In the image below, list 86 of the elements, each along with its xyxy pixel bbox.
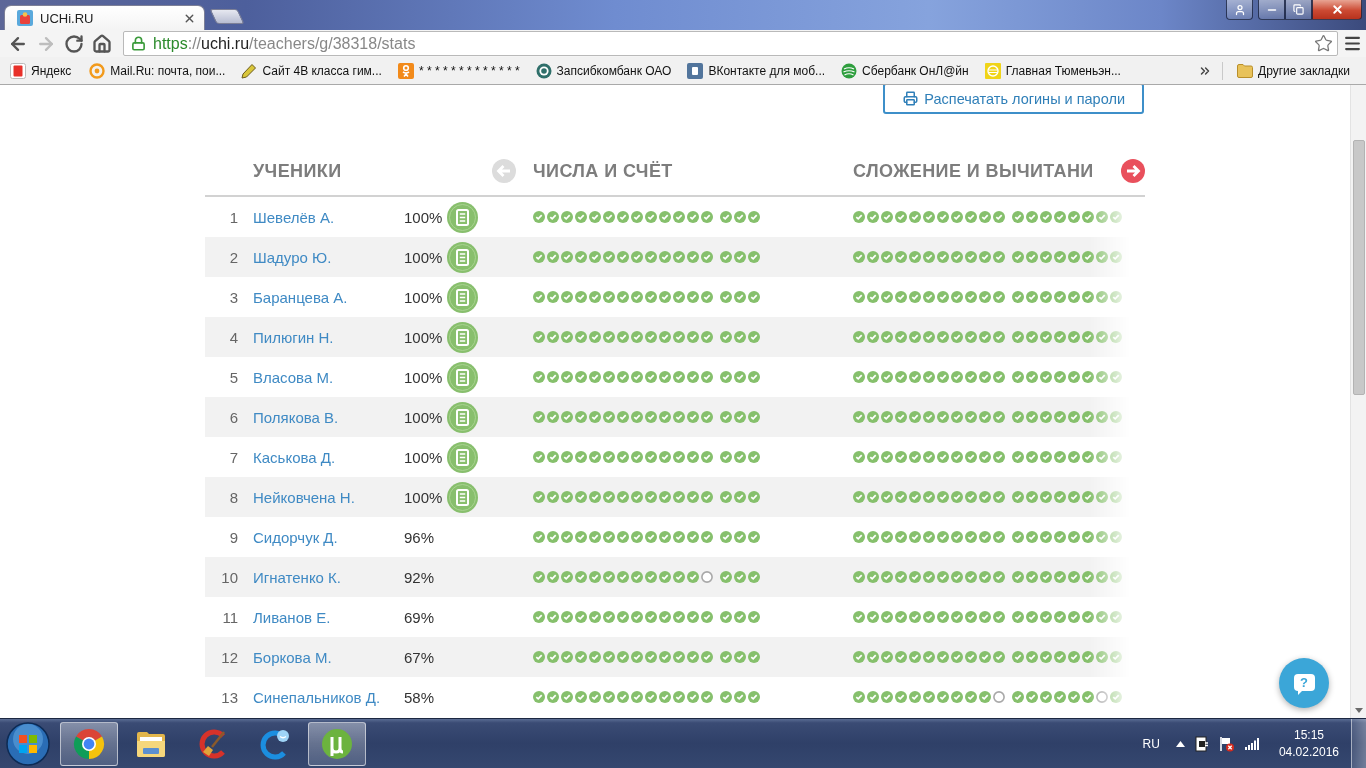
bookmark-item[interactable]: Яндекс	[4, 58, 78, 83]
plug-icon[interactable]	[1194, 735, 1209, 752]
language-indicator[interactable]: RU	[1142, 736, 1160, 751]
student-name-link[interactable]: Власова М.	[253, 368, 404, 386]
clock-date[interactable]: 04.02.2016	[1278, 743, 1339, 761]
student-name-link[interactable]: Шевелёв А.	[253, 208, 404, 226]
row-number: 13	[220, 688, 238, 706]
student-name-link[interactable]: Каськова Д.	[253, 448, 404, 466]
percent-value: 100%	[404, 408, 444, 426]
profile-button[interactable]	[1226, 0, 1253, 20]
row-number: 4	[228, 328, 238, 346]
student-name-link[interactable]: Сидорчук Д.	[253, 528, 404, 546]
bookmark-item[interactable]: * * * * * * * * * * * * *	[391, 58, 526, 83]
percent-value: 67%	[404, 648, 436, 666]
signal-icon[interactable]	[1244, 737, 1259, 750]
column-heading: ЧИСЛА И СЧЁТ	[533, 160, 674, 182]
row-number: 8	[228, 488, 238, 506]
person-icon	[1233, 3, 1246, 16]
caret-up-icon[interactable]	[1175, 740, 1185, 747]
percent-value: 69%	[404, 608, 436, 626]
percent-value: 100%	[404, 448, 444, 466]
percent-value: 100%	[404, 488, 444, 506]
clock-time[interactable]: 15:15	[1293, 726, 1324, 744]
close-button[interactable]	[1312, 0, 1362, 20]
bookmark-item[interactable]: Сбербанк ОнЛ@йн	[835, 58, 975, 83]
printer-icon	[903, 91, 919, 106]
bookmark-item[interactable]: Mail.Ru: почта, пои...	[83, 58, 232, 83]
percent-value: 58%	[404, 688, 436, 706]
student-name-link[interactable]: Игнатенко К.	[253, 568, 404, 586]
student-name-link[interactable]: Нейковчена Н.	[253, 488, 404, 506]
percent-value: 100%	[404, 368, 444, 386]
print-button[interactable]: Распечатать логины и пароли	[883, 85, 1144, 114]
bookmark-item[interactable]: Запсибкомбанк ОАО	[529, 58, 678, 83]
star-icon[interactable]	[1314, 34, 1333, 53]
folder-icon	[1237, 63, 1254, 78]
student-name-link[interactable]: Шадуро Ю.	[253, 248, 404, 266]
percent-value: 100%	[404, 208, 444, 226]
menu-icon[interactable]	[1342, 34, 1362, 53]
percent-value: 96%	[404, 528, 436, 546]
flag-icon[interactable]	[1218, 735, 1235, 752]
row-number: 11	[221, 608, 238, 626]
bookmark-item[interactable]: Сайт 4В класса гим...	[235, 58, 388, 83]
scroll-down-icon[interactable]	[1354, 708, 1363, 713]
circle-logo-icon	[73, 727, 105, 760]
student-name-link[interactable]: Полякова В.	[253, 408, 404, 426]
student-name-link[interactable]: Боркова М.	[253, 648, 404, 666]
scrollbar-thumb[interactable]	[1352, 140, 1365, 395]
round-logo-icon	[321, 727, 353, 760]
row-number: 7	[228, 448, 238, 466]
close-icon	[1330, 3, 1344, 16]
row-number: 6	[228, 408, 238, 426]
browser-tab[interactable]: UCHi.RU	[4, 5, 205, 30]
row-number: 2	[228, 248, 238, 266]
start-button[interactable]	[6, 721, 50, 766]
row-number: 5	[228, 368, 238, 386]
bookmark-item[interactable]: Главная Тюменьэн...	[978, 58, 1127, 83]
reload-icon[interactable]	[64, 33, 84, 54]
student-name-link[interactable]: Ливанов Е.	[253, 608, 404, 626]
bookmark-folder[interactable]: Другие закладки	[1231, 58, 1356, 83]
column-heading: СЛОЖЕНИЕ И ВЫЧИТАНИ	[853, 160, 1095, 182]
home-icon[interactable]	[92, 33, 112, 54]
percent-value: 92%	[404, 568, 436, 586]
row-number: 1	[228, 208, 238, 226]
student-name-link[interactable]: Синепальников Д.	[253, 688, 404, 706]
percent-value: 100%	[404, 328, 444, 346]
lock-icon	[131, 36, 146, 51]
taskbar-button[interactable]	[308, 721, 366, 766]
restore-icon	[1293, 4, 1304, 15]
row-number: 9	[228, 528, 238, 546]
percent-value: 100%	[404, 248, 444, 266]
column-heading: УЧЕНИКИ	[253, 160, 343, 182]
ring-icon	[259, 727, 291, 760]
row-number: 12	[220, 648, 238, 666]
student-name-link[interactable]: Пилюгин Н.	[253, 328, 404, 346]
show-desktop-button[interactable]	[1351, 719, 1366, 768]
taskbar-button[interactable]	[60, 721, 118, 766]
student-name-link[interactable]: Баранцева А.	[253, 288, 404, 306]
restore-button[interactable]	[1285, 0, 1312, 20]
help-button[interactable]: ?	[1279, 658, 1329, 708]
row-number: 10	[220, 568, 238, 586]
minimize-button[interactable]	[1258, 0, 1285, 20]
tile-icon	[17, 10, 33, 26]
address-field[interactable]: https://uchi.ru/teachers/g/38318/stats	[123, 31, 1338, 56]
row-number: 3	[228, 288, 238, 306]
percent-value: 100%	[404, 288, 444, 306]
bookmark-item[interactable]: ВКонтакте для моб...	[681, 58, 832, 83]
